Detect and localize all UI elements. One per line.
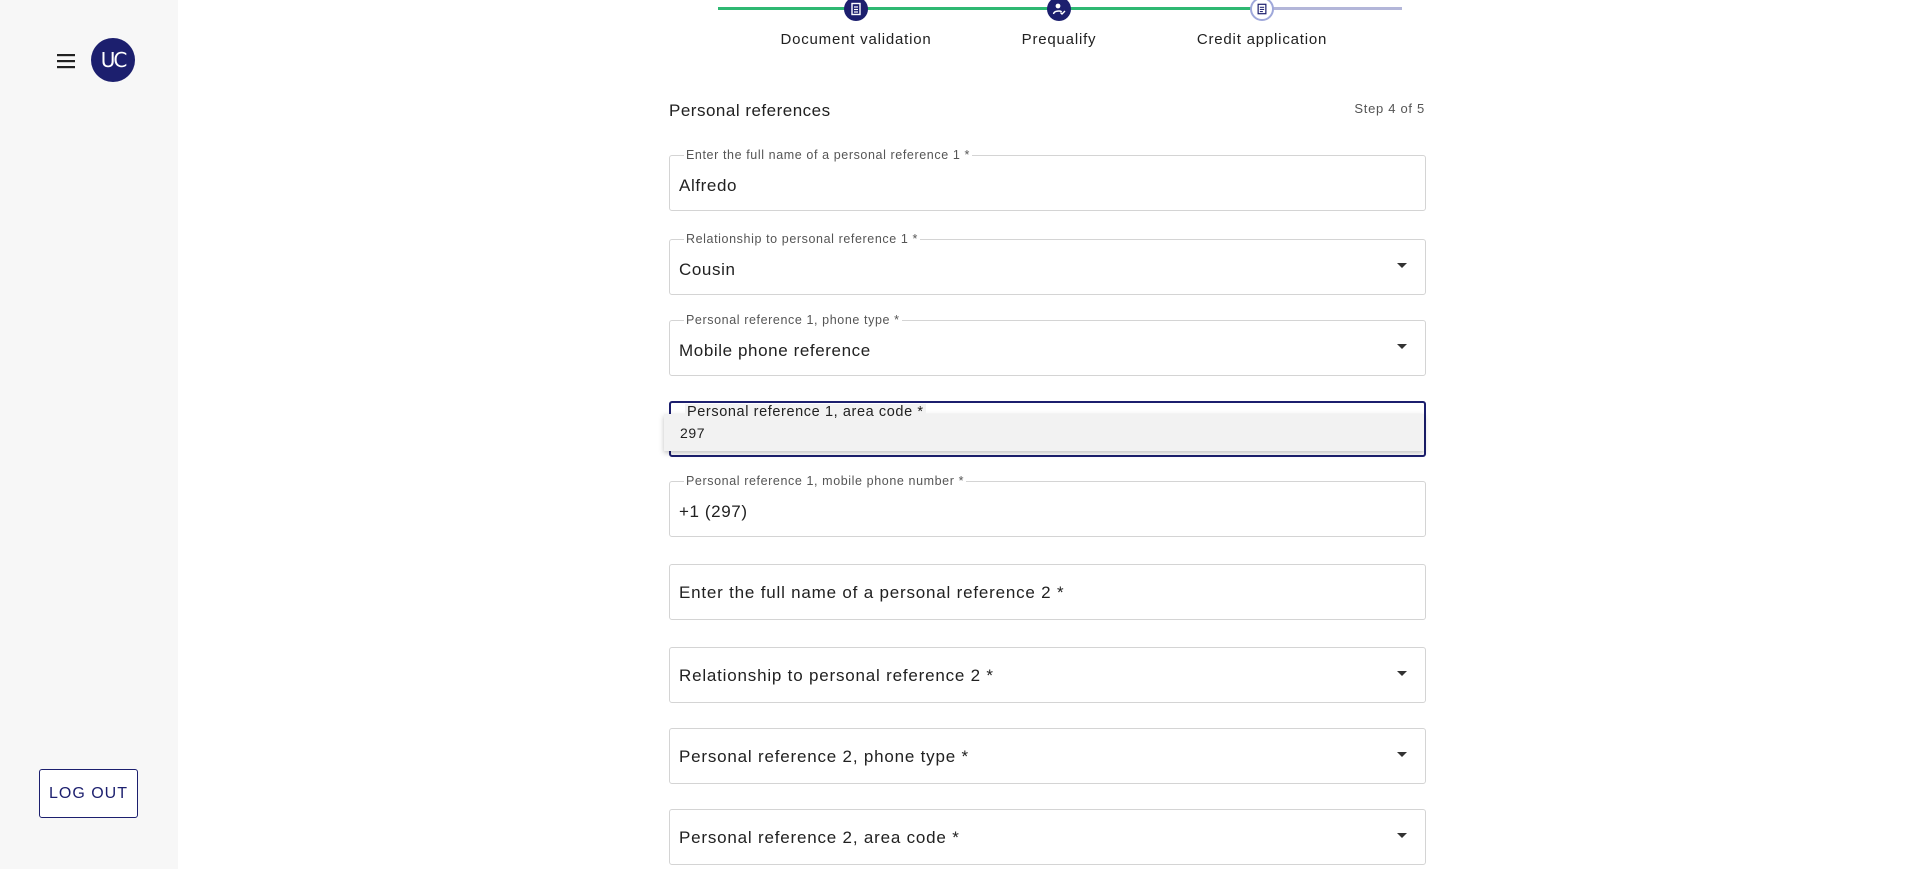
step-counter: Step 4 of 5 [1354,101,1425,116]
chevron-down-icon [1397,671,1407,676]
step-label-prequalify: Prequalify [1021,31,1097,48]
progress-stepper: Document validation Prequalify Credit ap… [700,0,1402,60]
ref1-phone-type-select[interactable]: Personal reference 1, phone type * Mobil… [669,313,1426,376]
ref2-phone-type-select[interactable]: Personal reference 2, phone type * [669,728,1426,784]
ref1-name-field[interactable]: Enter the full name of a personal refere… [669,148,1426,211]
sidebar: UC LOG OUT [0,0,178,869]
stepper-line-pending [1260,7,1402,10]
chevron-down-icon [1397,833,1407,838]
field-value: Cousin [679,260,736,279]
menu-icon[interactable] [54,49,78,73]
ref2-relationship-select[interactable]: Relationship to personal reference 2 * [669,647,1426,703]
field-value: Alfredo [679,176,738,195]
document-icon [844,0,868,21]
form-icon [1250,0,1274,21]
field-label: Enter the full name of a personal refere… [684,148,972,162]
ref2-name-field[interactable]: Enter the full name of a personal refere… [669,564,1426,620]
step-label-document-validation: Document validation [780,31,932,48]
user-check-icon [1047,0,1071,21]
field-placeholder: Enter the full name of a personal refere… [679,583,1065,602]
field-placeholder: Personal reference 2, area code * [679,828,960,847]
field-value: +1 (297) [679,502,748,521]
field-placeholder: Relationship to personal reference 2 * [679,666,994,685]
field-label: Personal reference 1, mobile phone numbe… [684,474,967,488]
chevron-down-icon [1397,263,1407,268]
field-value: Mobile phone reference [679,341,871,360]
chevron-down-icon [1397,344,1407,349]
ref2-area-code-select[interactable]: Personal reference 2, area code * [669,809,1426,865]
ref1-mobile-number-field[interactable]: Personal reference 1, mobile phone numbe… [669,474,1426,537]
chevron-down-icon [1397,752,1407,757]
avatar[interactable]: UC [91,38,135,82]
step-label-credit-application: Credit application [1196,31,1328,48]
section-title: Personal references [669,101,831,120]
field-label: Relationship to personal reference 1 * [684,232,920,246]
field-placeholder: Personal reference 2, phone type * [679,747,969,766]
field-label: Personal reference 1, phone type * [684,313,902,327]
ref1-relationship-select[interactable]: Relationship to personal reference 1 * C… [669,232,1426,295]
stepper-line-complete [718,7,1260,10]
dropdown-option[interactable]: 297 [680,425,705,441]
ref1-area-code-label: Personal reference 1, area code * [685,404,926,420]
logout-button[interactable]: LOG OUT [39,769,138,818]
